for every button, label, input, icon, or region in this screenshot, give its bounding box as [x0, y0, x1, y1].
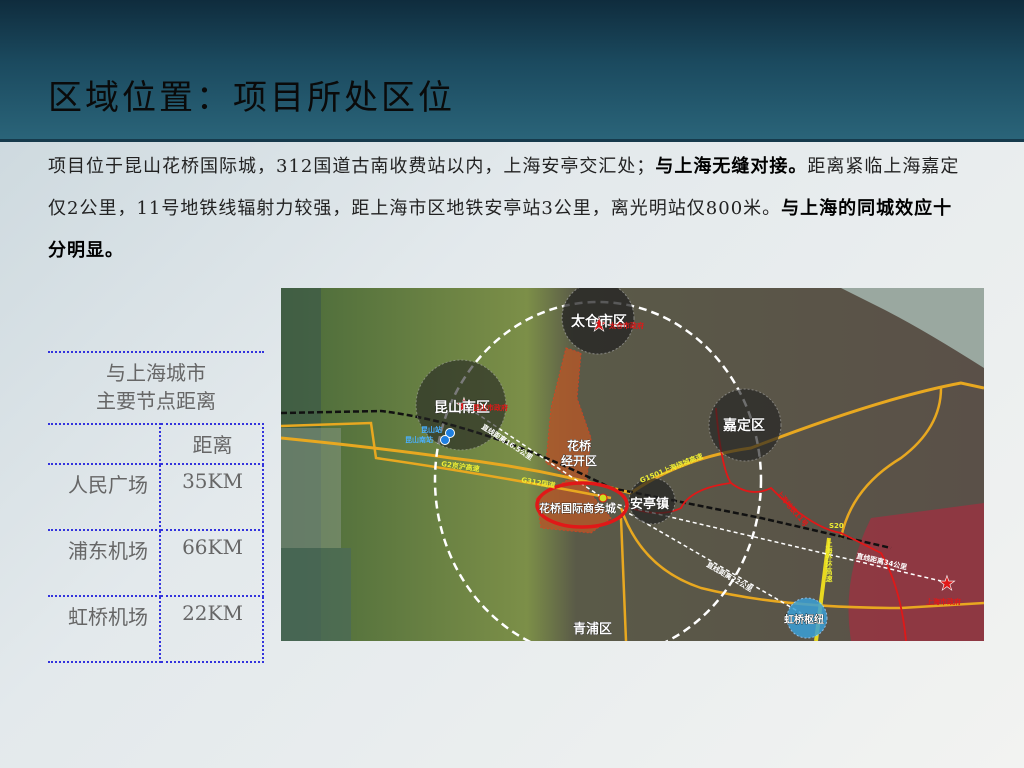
table-row: 人民广场 35KM — [48, 463, 264, 531]
location-map: ★ ★ ★ 太仓市区 太仓市政府 昆山南区 昆山市政府 昆山站 昆山南站 嘉定区… — [281, 288, 984, 641]
table-row: 浦东机场 66KM — [48, 529, 264, 597]
header-cell: 距离 — [159, 423, 264, 465]
label-qingpu: 青浦区 — [573, 621, 612, 637]
table-caption: 与上海城市 主要节点距离 — [48, 351, 264, 423]
label-jiading: 嘉定区 — [722, 417, 765, 434]
table-header-row: 距离 — [48, 423, 264, 465]
label-project: 花桥国际商务城 — [539, 501, 616, 515]
station-icon — [440, 435, 450, 445]
label-huaqiao: 花桥 — [567, 438, 592, 453]
table-row: 虹桥机场 22KM — [48, 595, 264, 663]
shanghai-downtown-area — [848, 503, 984, 641]
label-s20: S20 — [829, 522, 844, 530]
page-title: 区域位置：项目所处区位 — [48, 78, 455, 118]
place-cell: 人民广场 — [48, 463, 161, 531]
label-s20-name: 上海外环高速 — [825, 539, 833, 583]
label-kunshan-station: 昆山站 — [421, 425, 442, 434]
distance-table: 与上海城市 主要节点距离 距离 人民广场 35KM 浦东机场 66KM 虹桥机场… — [48, 351, 264, 663]
distance-cell: 66KM — [159, 529, 264, 597]
label-anting: 安亭镇 — [630, 496, 669, 512]
label-shanghai-gov: 上海市政府 — [926, 597, 961, 606]
distance-cell: 35KM — [159, 463, 264, 531]
place-cell: 浦东机场 — [48, 529, 161, 597]
caption-line: 主要节点距离 — [96, 389, 216, 413]
intro-line1: 项目位于昆山花桥国际城，312国道古南收费站以内，上海安亭交汇处； — [48, 156, 656, 177]
label-huaqiao-dev: 经开区 — [561, 453, 597, 468]
intro-paragraph: 项目位于昆山花桥国际城，312国道古南收费站以内，上海安亭交汇处；与上海无缝对接… — [48, 146, 968, 272]
label-taicang-gov: 太仓市政府 — [609, 321, 644, 330]
star-icon: ★ — [938, 571, 956, 595]
header-cell — [48, 423, 161, 465]
place-cell: 虹桥机场 — [48, 595, 161, 663]
label-kunshan-south: 昆山南站 — [405, 435, 433, 444]
distance-cell: 22KM — [159, 595, 264, 663]
project-marker-icon — [598, 493, 608, 503]
caption-line: 与上海城市 — [106, 361, 206, 385]
label-kunshan-gov: 昆山市政府 — [473, 403, 508, 412]
intro-line1-highlight: 与上海无缝对接。 — [655, 156, 808, 177]
label-hongqiao: 虹桥枢纽 — [784, 613, 824, 626]
header-bar: 区域位置：项目所处区位 — [0, 0, 1024, 142]
